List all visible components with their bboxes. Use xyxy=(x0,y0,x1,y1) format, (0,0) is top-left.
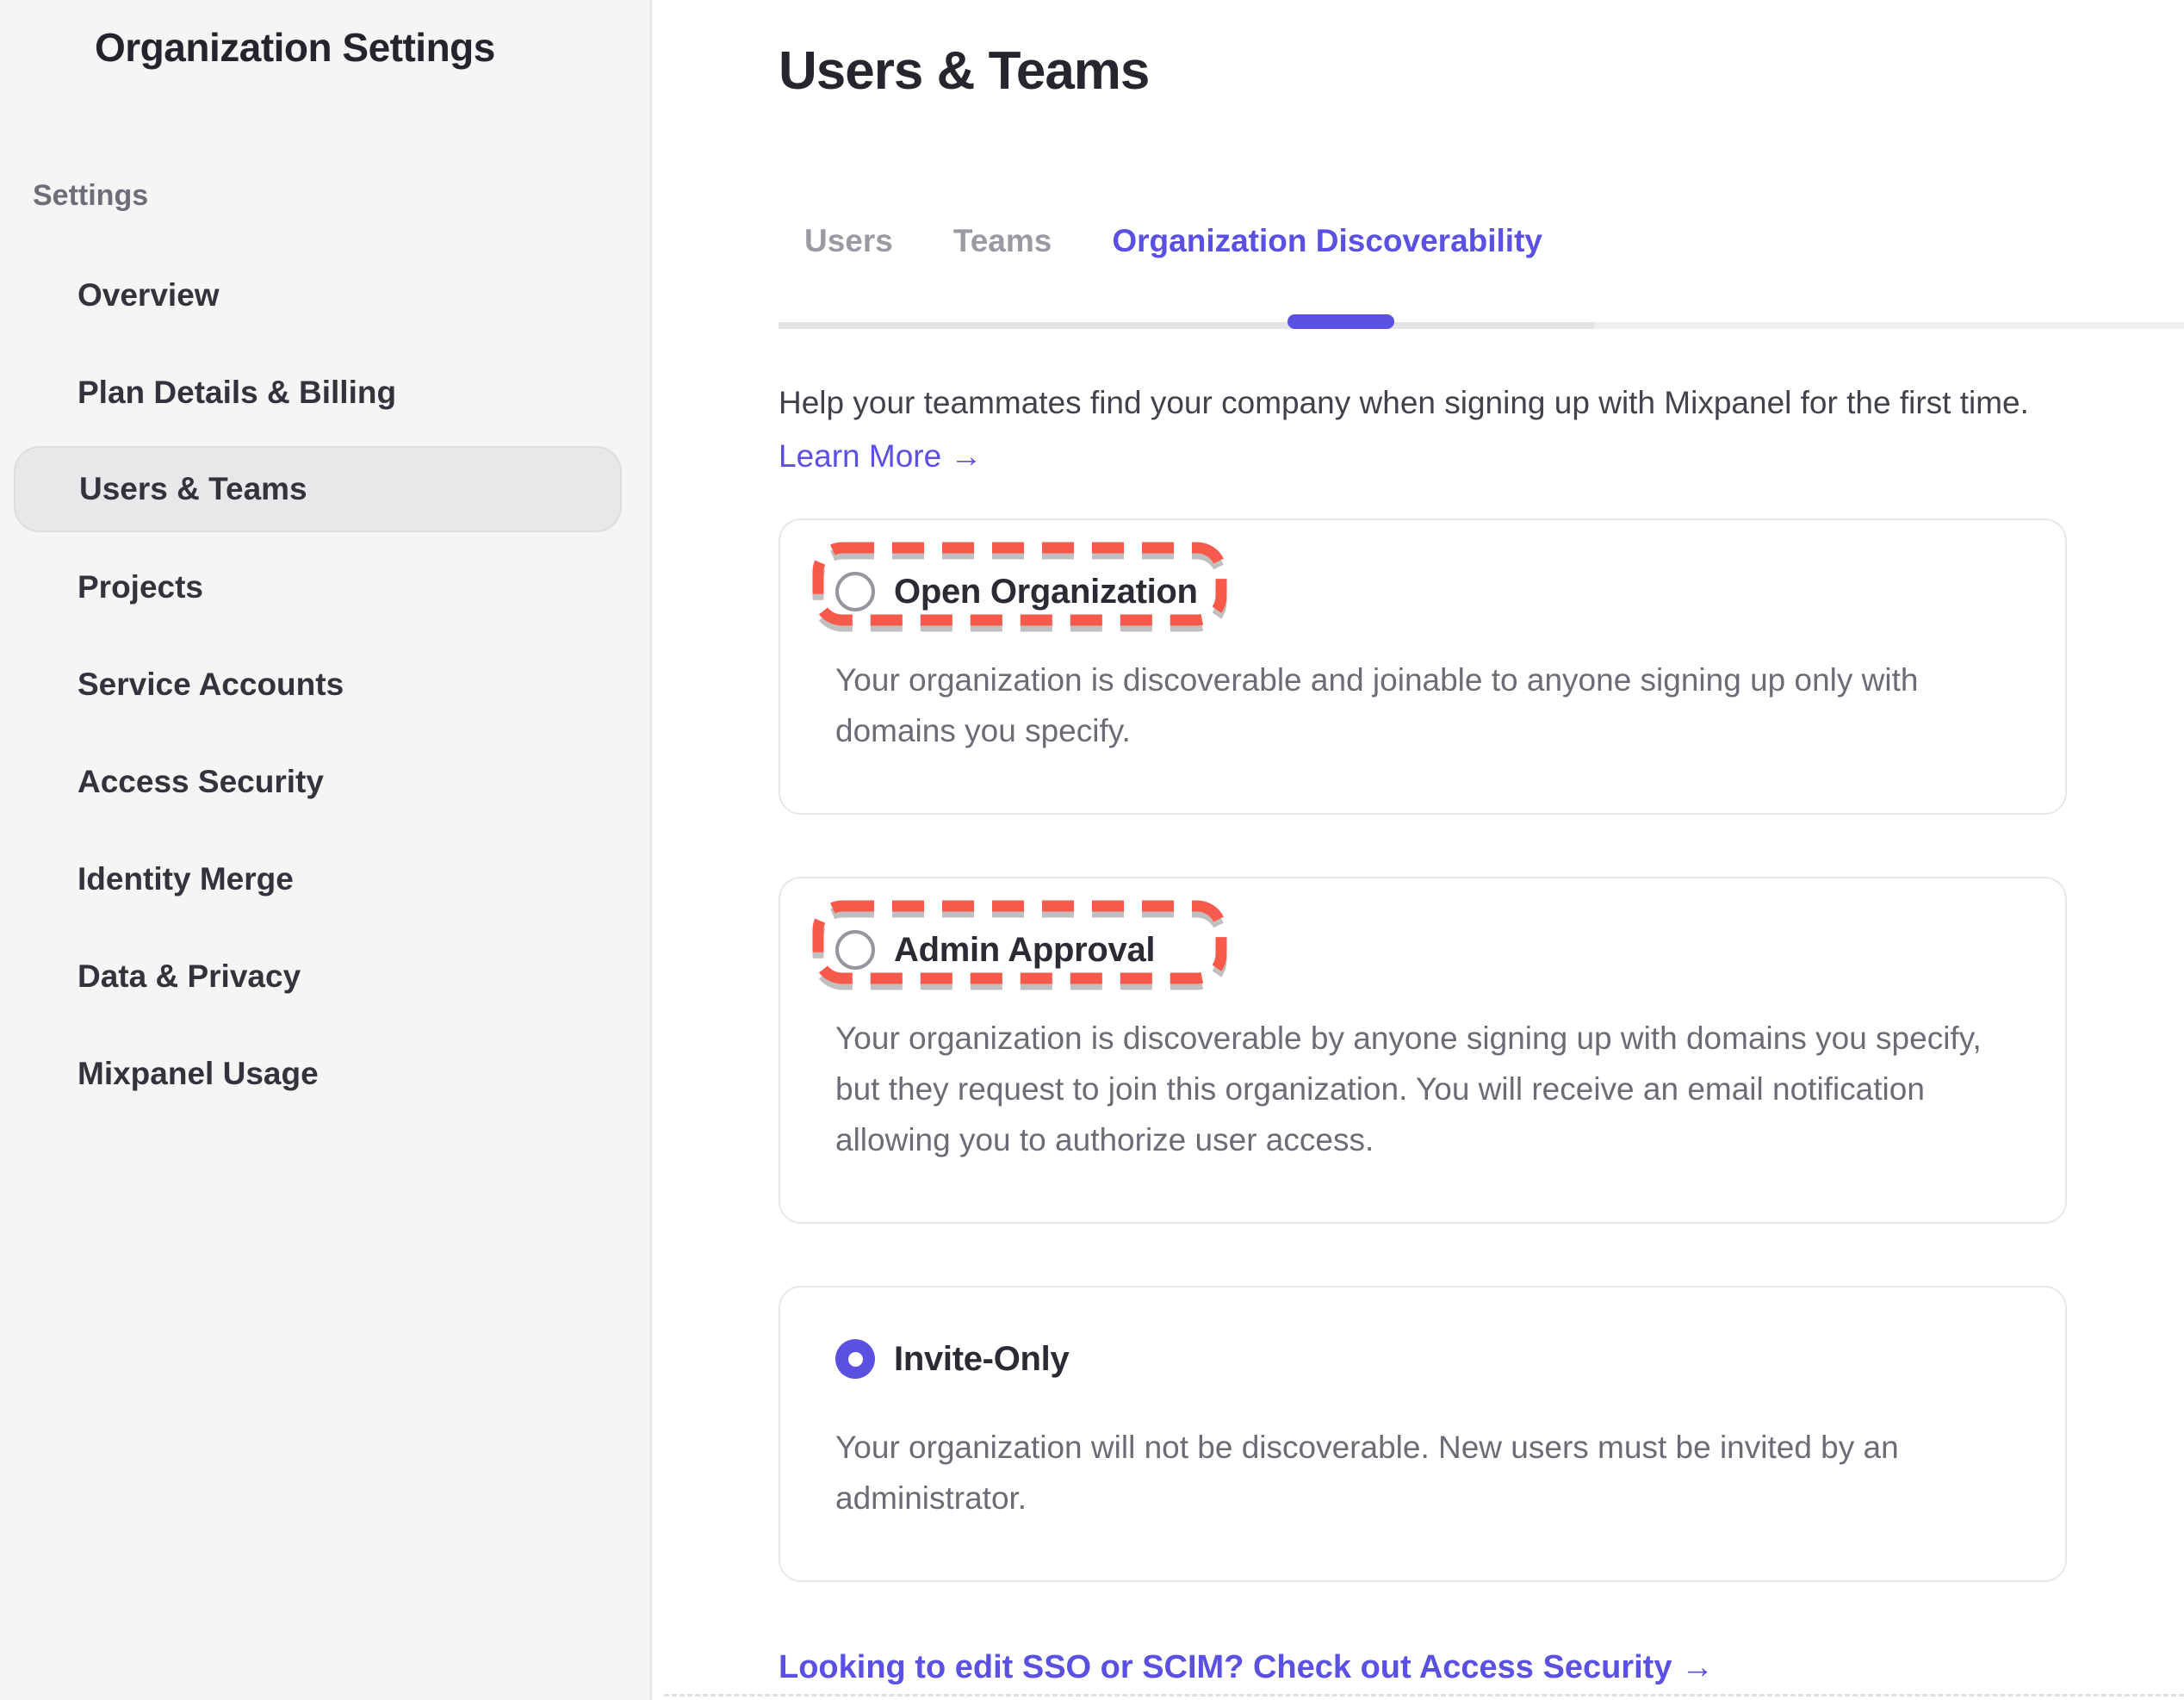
option-description-open-organization: Your organization is discoverable and jo… xyxy=(835,655,2010,756)
option-label-open-organization: Open Organization xyxy=(894,573,1198,611)
active-tab-indicator xyxy=(1287,314,1394,329)
tab-users[interactable]: Users xyxy=(804,220,893,262)
intro-text: Help your teammates find your company wh… xyxy=(779,381,2067,425)
radio-admin-approval[interactable] xyxy=(835,930,875,970)
tab-divider xyxy=(779,322,2184,329)
sidebar: Organization Settings Settings Overview … xyxy=(0,0,652,1700)
tab-organization-discoverability[interactable]: Organization Discoverability xyxy=(1112,220,1542,262)
sidebar-item-data-privacy[interactable]: Data & Privacy xyxy=(0,928,649,1025)
radio-invite-only[interactable] xyxy=(835,1339,875,1379)
option-description-invite-only: Your organization will not be discoverab… xyxy=(835,1422,2010,1523)
option-label-admin-approval: Admin Approval xyxy=(894,931,1155,970)
sidebar-item-service-accounts[interactable]: Service Accounts xyxy=(0,636,649,733)
sidebar-item-plan-details-billing[interactable]: Plan Details & Billing xyxy=(0,344,649,441)
radio-open-organization[interactable] xyxy=(835,572,875,611)
option-label-invite-only: Invite-Only xyxy=(894,1340,1069,1379)
main-content: Users & Teams Users Teams Organization D… xyxy=(652,0,2184,1700)
tab-divider-segment xyxy=(779,322,1594,329)
sidebar-item-users-teams[interactable]: Users & Teams xyxy=(14,446,622,532)
tab-bar: Users Teams Organization Discoverability xyxy=(779,220,2067,262)
sidebar-item-identity-merge[interactable]: Identity Merge xyxy=(0,830,649,928)
page-title: Users & Teams xyxy=(779,40,2067,103)
option-row-invite-only: Invite-Only xyxy=(835,1337,2010,1380)
app-root: Organization Settings Settings Overview … xyxy=(0,0,2184,1700)
sidebar-item-mixpanel-usage[interactable]: Mixpanel Usage xyxy=(0,1025,649,1122)
option-card-open-organization: Open Organization Your organization is d… xyxy=(779,518,2067,815)
option-card-invite-only: Invite-Only Your organization will not b… xyxy=(779,1286,2067,1582)
sidebar-section-label: Settings xyxy=(33,177,649,214)
access-security-link[interactable]: Looking to edit SSO or SCIM? Check out A… xyxy=(779,1646,1714,1689)
bottom-dashed-divider xyxy=(664,1694,2184,1697)
option-description-admin-approval: Your organization is discoverable by any… xyxy=(835,1013,2010,1165)
sidebar-title: Organization Settings xyxy=(95,22,649,72)
option-card-admin-approval: Admin Approval Your organization is disc… xyxy=(779,877,2067,1224)
tab-teams[interactable]: Teams xyxy=(953,220,1052,262)
sidebar-item-projects[interactable]: Projects xyxy=(0,538,649,636)
option-row-admin-approval: Admin Approval xyxy=(835,928,2010,971)
sidebar-nav: Overview Plan Details & Billing Users & … xyxy=(0,246,649,1122)
sidebar-item-access-security[interactable]: Access Security xyxy=(0,733,649,830)
sidebar-item-overview[interactable]: Overview xyxy=(0,246,649,344)
learn-more-link[interactable]: Learn More → xyxy=(779,436,983,477)
option-row-open-organization: Open Organization xyxy=(835,570,2010,613)
